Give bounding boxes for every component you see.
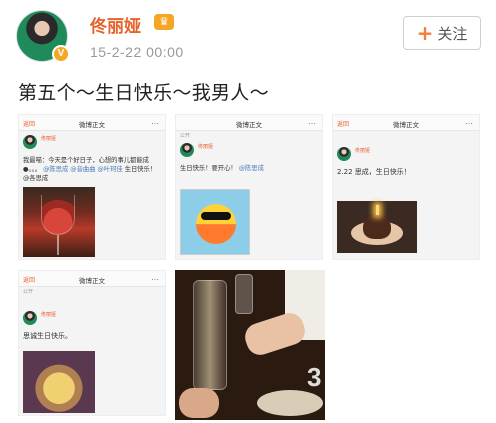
wine-photo — [23, 187, 95, 257]
mini-user: 佟丽娅 — [337, 145, 475, 167]
avatar[interactable]: V — [16, 10, 70, 63]
visibility-label: 公开 — [23, 289, 34, 295]
champagne-glass — [193, 280, 227, 390]
mini-user: 佟丽娅 — [23, 133, 161, 155]
image-tile-4[interactable]: 返回 微博正文 … 公开 佟丽娅 思诚生日快乐。 — [18, 270, 166, 416]
mini-post-text: 2.22 思成，生日快乐！ — [337, 168, 411, 176]
screenshot-title: 微博正文 — [236, 121, 262, 129]
screenshot-titlebar: 返回 微博正文 … — [19, 115, 165, 131]
mini-username: 佟丽娅 — [355, 148, 371, 154]
mini-user: 佟丽娅 — [23, 309, 161, 331]
screenshot-titlebar: 微博正文 … — [176, 115, 322, 131]
mini-avatar — [337, 147, 351, 161]
image-tile-3[interactable]: 返回 微博正文 … 佟丽娅 2.22 思成，生日快乐！ — [332, 114, 480, 260]
cake-photo — [337, 201, 417, 253]
mini-avatar — [23, 135, 37, 149]
mini-username: 佟丽娅 — [41, 136, 57, 142]
mini-username: 佟丽娅 — [41, 312, 57, 318]
screenshot-titlebar: 返回 微博正文 … — [333, 115, 479, 131]
screenshot-title: 微博正文 — [393, 121, 419, 129]
follow-button[interactable]: + 关注 — [403, 16, 481, 50]
more-icon: … — [308, 117, 316, 126]
image-count: 3 — [307, 362, 322, 392]
champagne-glass — [235, 274, 253, 314]
image-tile-1[interactable]: 返回 微博正文 … 佟丽娅 我最喵：今天是个好日子，心想的事儿都能成●。。。 @… — [18, 114, 166, 260]
member-crown-icon[interactable]: ♛ — [154, 14, 174, 30]
verified-badge: V — [52, 45, 70, 63]
hand-shape — [241, 309, 309, 359]
mini-post-text: 我最喵：今天是个好日子，心想的事儿都能成●。。。 @陈思成 @音曲曲 @叶珂佳 … — [23, 157, 157, 182]
screenshot-title: 微博正文 — [79, 121, 105, 129]
screenshot-title: 微博正文 — [79, 277, 105, 285]
image-tile-5[interactable]: 3 — [175, 270, 325, 420]
hand-shape — [179, 388, 219, 418]
mini-post-text: 生日快乐！要开心！ @陈思成 — [180, 165, 264, 172]
bird-photo — [180, 189, 250, 255]
visibility-label: 公开 — [180, 133, 191, 139]
mini-post-text: 思诚生日快乐。 — [23, 332, 72, 340]
follow-label: 关注 — [437, 24, 468, 43]
more-icon: … — [151, 117, 159, 126]
mini-avatar — [180, 143, 194, 157]
username[interactable]: 佟丽娅 — [90, 12, 141, 37]
mini-user: 佟丽娅 — [180, 141, 318, 163]
screenshot-titlebar: 返回 微博正文 … — [19, 271, 165, 287]
fries-photo — [23, 351, 95, 413]
plate-shape — [257, 390, 323, 416]
post-text: 第五个～生日快乐～我男人～ — [18, 82, 269, 104]
mini-avatar — [23, 311, 37, 325]
image-tile-2[interactable]: 微博正文 … 公开 佟丽娅 生日快乐！要开心！ @陈思成 — [175, 114, 323, 260]
plus-icon: + — [416, 21, 434, 45]
more-icon: … — [465, 117, 473, 126]
mini-username: 佟丽娅 — [198, 144, 214, 150]
post-time: 15-2-22 00:00 — [90, 44, 184, 60]
more-icon: … — [151, 273, 159, 282]
